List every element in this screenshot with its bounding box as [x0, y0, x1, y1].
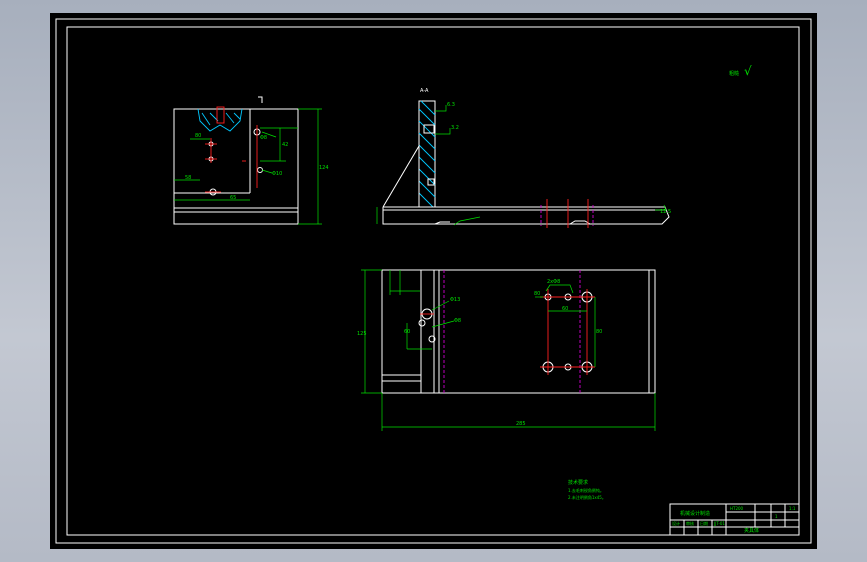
roughness-note: 粗糙 — [729, 70, 739, 77]
title-block: 机械设计制造 HT200 1:1 1 设计 审核 日期 JJT-01 夹具体 — [669, 503, 800, 536]
dim-height: 124 — [319, 165, 329, 171]
tech-title: 技术要求 — [568, 479, 588, 486]
hole-callout: 2xΦ8 — [547, 279, 560, 285]
title-scale: 1:1 — [789, 506, 796, 511]
tech-requirements: 技术要求 1.去毛刺锐角倒钝。 2.未注明倒角1x45。 — [568, 479, 606, 500]
roughness-value: 6.3 — [447, 102, 455, 108]
section-label: A-A — [420, 88, 429, 94]
inner-border — [66, 26, 800, 536]
dim-label: 58 — [185, 175, 191, 181]
left-view: 124 42 65 58 80 Φ8 Φ10 — [173, 96, 329, 225]
hole — [257, 167, 263, 173]
title-row: 设计 — [672, 520, 680, 526]
roughness-symbol: √ — [744, 64, 752, 78]
title-row: 审核 — [686, 520, 694, 526]
cad-drawing: 粗糙 √ 124 42 65 58 80 Φ8 Φ10 A-A 6.3 3.2 … — [55, 18, 812, 544]
section-hatch — [418, 100, 436, 208]
tech-item: 2.未注明倒角1x45。 — [568, 494, 606, 500]
rib — [382, 144, 420, 208]
title-row: 日期 — [700, 520, 708, 526]
dim-length: 285 — [516, 421, 526, 427]
dim-label: 80 — [534, 291, 540, 297]
hole-callout: Φ8 — [260, 135, 267, 141]
title-sheet: 1 — [775, 514, 778, 519]
dim-label: 60 — [562, 306, 568, 312]
dim-label: 80 — [195, 133, 201, 139]
title-number: JJT-01 — [713, 521, 725, 526]
left-view-outline — [173, 108, 299, 225]
dim-width: 125 — [357, 331, 367, 337]
dim-label: 60 — [404, 329, 410, 335]
plan-view: 285 125 60 Φ13 Φ8 80 2xΦ8 60 80 — [357, 269, 656, 431]
title-drawing-name: 夹具体 — [744, 527, 759, 534]
hole-callout: Φ13 — [450, 297, 460, 303]
hole-callout: Φ10 — [272, 171, 282, 177]
hole-callout: Φ8 — [454, 318, 461, 324]
tech-item: 1.去毛刺锐角倒钝。 — [568, 487, 604, 493]
dim-label: 80 — [596, 329, 602, 335]
v-block-hatch — [197, 108, 243, 132]
roughness-value: 3.2 — [451, 125, 459, 131]
section-view: A-A 6.3 3.2 12.5 — [376, 88, 671, 228]
hole — [418, 319, 426, 327]
title-material: HT200 — [730, 506, 744, 511]
dim-label: 65 — [230, 195, 236, 201]
drawing-sheet: 粗糙 √ 124 42 65 58 80 Φ8 Φ10 A-A 6.3 3.2 … — [50, 13, 817, 549]
plan-outline — [381, 269, 656, 394]
roughness-value: 12.5 — [660, 209, 671, 215]
dim-label: 42 — [282, 142, 288, 148]
title-school: 机械设计制造 — [680, 510, 710, 517]
